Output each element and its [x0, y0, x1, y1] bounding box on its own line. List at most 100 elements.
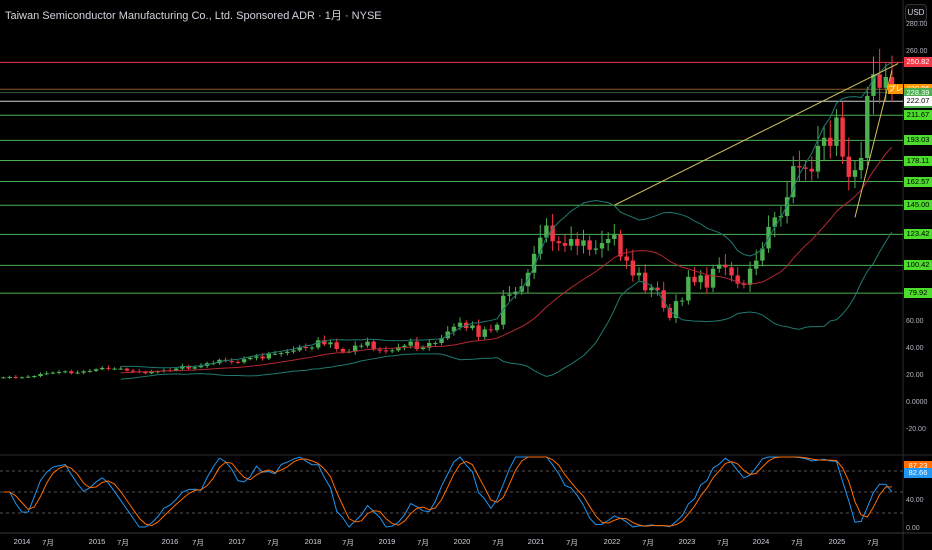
candle-body — [87, 370, 93, 372]
time-tick: 2017 — [228, 537, 246, 546]
trendline — [614, 63, 899, 206]
candle-body — [686, 276, 691, 301]
candle-body — [100, 367, 105, 370]
time-tick: 2023 — [678, 537, 696, 546]
candle-body — [291, 350, 296, 352]
candle-body — [550, 225, 555, 242]
candle-body — [130, 370, 136, 372]
candle-body — [679, 300, 685, 302]
candle-body — [365, 341, 370, 346]
candle-body — [235, 361, 241, 363]
time-tick: 2021 — [527, 537, 545, 546]
candle-body — [334, 342, 339, 350]
candle-body — [402, 345, 407, 347]
time-tick: 7月 — [717, 538, 729, 547]
candle-body — [1, 377, 6, 379]
candle-body — [858, 158, 864, 171]
price-label-100-42: 100.42 — [904, 260, 932, 271]
time-tick: 7月 — [492, 538, 504, 547]
price-label-193-03: 193.03 — [904, 135, 932, 146]
candle-body — [272, 353, 278, 355]
candle-body — [420, 347, 426, 350]
candle-body — [717, 264, 722, 269]
candle-body — [254, 356, 259, 358]
time-tick: 7月 — [867, 538, 879, 547]
candle-body — [630, 260, 636, 276]
candle-body — [624, 256, 629, 261]
time-tick: 7月 — [42, 538, 54, 547]
candle-body — [865, 95, 870, 158]
time-tick: 2022 — [603, 537, 621, 546]
candle-body — [649, 287, 654, 291]
price-tick: 280.00 — [906, 21, 928, 28]
time-tick: 2019 — [378, 537, 396, 546]
osc-tick: 40.00 — [906, 497, 924, 504]
candle-body — [229, 361, 234, 363]
candle-body — [803, 167, 808, 169]
candle-body — [278, 353, 284, 355]
candle-body — [112, 368, 117, 370]
candle-body — [667, 307, 673, 318]
candle-body — [723, 264, 728, 268]
bollinger-upper — [120, 61, 893, 369]
osc-tick: 0.00 — [906, 525, 920, 532]
price-label-250-82: 250.82 — [904, 57, 932, 68]
candle-body — [476, 325, 481, 337]
candle-body — [50, 372, 56, 374]
candle-body — [93, 369, 99, 371]
candle-body — [710, 268, 716, 288]
candle-body — [408, 341, 413, 346]
time-tick: 2014 — [13, 537, 31, 546]
candle-body — [581, 240, 586, 246]
price-label-222-07: 222.07 — [904, 96, 932, 107]
candle-body — [457, 322, 463, 327]
candle-body — [248, 357, 253, 360]
time-tick: 7月 — [192, 538, 204, 547]
candle-body — [507, 294, 512, 296]
price-tick: -20.00 — [906, 426, 926, 433]
candle-body — [56, 371, 62, 373]
candle-body — [815, 145, 821, 172]
candle-body — [488, 329, 494, 331]
candle-body — [371, 341, 376, 350]
candle-body — [834, 117, 839, 146]
price-tick: 60.00 — [906, 318, 924, 325]
time-tick: 7月 — [791, 538, 803, 547]
bollinger-basis — [120, 146, 893, 374]
candle-body — [414, 341, 420, 350]
candle-body — [62, 371, 68, 373]
candle-body — [7, 376, 12, 378]
candle-body — [433, 342, 438, 344]
candle-body — [377, 349, 383, 351]
candle-body — [124, 368, 130, 371]
candle-body — [75, 372, 80, 374]
candle-body — [359, 345, 364, 347]
candle-body — [192, 367, 197, 369]
candle-body — [828, 137, 833, 146]
price-tick: 0.0000 — [906, 399, 928, 406]
candle-body — [877, 74, 882, 88]
candle-body — [692, 276, 697, 283]
time-tick: 2016 — [161, 537, 179, 546]
time-tick: 2015 — [88, 537, 106, 546]
candle-body — [821, 137, 827, 146]
candle-body — [605, 239, 611, 244]
time-tick: 7月 — [642, 538, 654, 547]
candle-body — [612, 234, 617, 239]
candle-body — [556, 241, 561, 244]
candle-body — [846, 156, 851, 177]
time-tick: 7月 — [267, 538, 279, 547]
candle-body — [704, 275, 710, 288]
candle-body — [44, 373, 49, 375]
time-tick: 7月 — [566, 538, 578, 547]
price-label-79-92: 79.92 — [904, 288, 932, 299]
candle-body — [797, 166, 802, 168]
price-tick: 20.00 — [906, 372, 924, 379]
candle-body — [241, 359, 247, 363]
candle-body — [32, 376, 37, 378]
price-chart[interactable]: 280.00 260.00 60.00 40.00 20.00 0.0000 -20.00 4… — [0, 0, 932, 550]
time-tick: 2020 — [453, 537, 471, 546]
price-tick: 40.00 — [906, 345, 924, 352]
candle-body — [340, 349, 346, 352]
candle-body — [328, 342, 333, 345]
